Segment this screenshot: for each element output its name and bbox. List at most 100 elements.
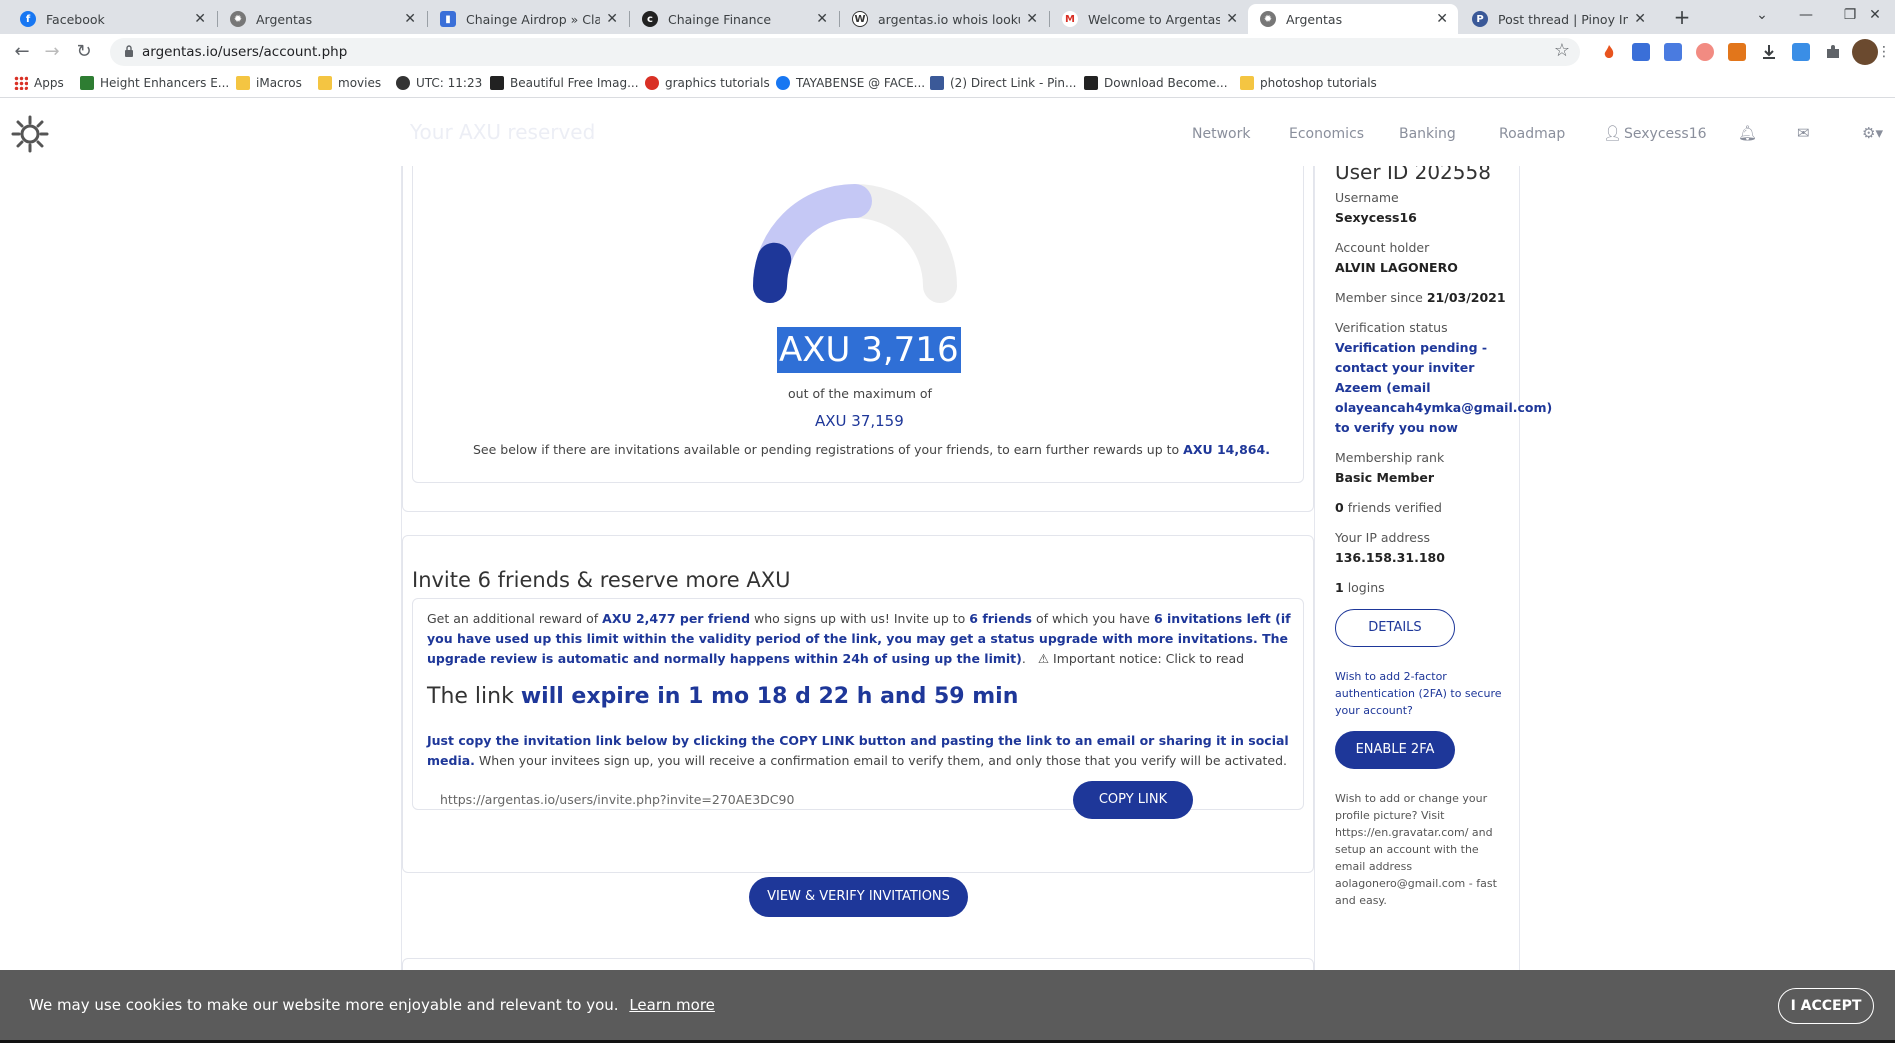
link-expiry: will expire in 1 mo 18 d 22 h and 59 min — [520, 684, 1019, 709]
translate-extension-icon[interactable] — [1664, 43, 1682, 61]
metamask-extension-icon[interactable] — [1728, 43, 1746, 61]
friends-verified: 0 friends verified — [1335, 500, 1442, 515]
bookmark-label: iMacros — [256, 76, 302, 90]
download-icon[interactable] — [1760, 43, 1778, 61]
close-icon[interactable]: ✕ — [1226, 11, 1238, 27]
member-since-label: Member since — [1335, 290, 1423, 305]
forward-arrow-icon[interactable]: → — [40, 40, 64, 64]
fire-extension-icon[interactable] — [1600, 43, 1618, 61]
copy-instructions-text: When your invitees sign up, you will rec… — [478, 753, 1287, 768]
close-icon[interactable]: ✕ — [1026, 11, 1038, 27]
close-icon[interactable]: ✕ — [404, 11, 416, 27]
address-bar[interactable]: argentas.io/users/account.php ☆ — [110, 38, 1580, 66]
member-since-value: 21/03/2021 — [1426, 290, 1506, 305]
profile-avatar[interactable] — [1852, 39, 1878, 65]
url-text: argentas.io/users/account.php — [142, 44, 348, 60]
tab-gmail[interactable]: M Welcome to Argentas - act ✕ — [1050, 4, 1248, 34]
puzzle-extensions-icon[interactable] — [1824, 43, 1842, 61]
tab-whois[interactable]: W argentas.io whois lookup - ✕ — [840, 4, 1048, 34]
verification-label: Verification status — [1335, 320, 1448, 335]
close-icon[interactable]: ✕ — [194, 11, 206, 27]
p-extension-icon[interactable] — [1792, 43, 1810, 61]
nav-user[interactable]: Sexycess16 — [1624, 126, 1707, 142]
link-prefix: The link — [427, 684, 514, 709]
apps-grid-icon — [14, 76, 28, 90]
new-tab-button[interactable]: + — [1670, 6, 1694, 30]
bookmark-graphics-tutorials[interactable]: graphics tutorials — [645, 76, 770, 90]
bookmark-apps[interactable]: Apps — [14, 76, 64, 90]
tab-pinoy[interactable]: P Post thread | Pinoy Interne ✕ — [1460, 4, 1656, 34]
mail-icon[interactable]: ✉ — [1797, 124, 1810, 142]
bookmark-beautiful-free-images[interactable]: Beautiful Free Imag... — [490, 76, 639, 90]
verification-status[interactable]: Verification pending - contact your invi… — [1335, 338, 1552, 438]
tab-search-icon[interactable]: ⌄ — [1740, 4, 1784, 26]
logins-label: logins — [1347, 580, 1385, 595]
tab-chainge-finance[interactable]: c Chainge Finance ✕ — [630, 4, 838, 34]
site-icon — [930, 76, 944, 90]
details-button[interactable]: DETAILS — [1335, 609, 1455, 647]
copy-link-button[interactable]: COPY LINK — [1073, 781, 1193, 819]
back-arrow-icon[interactable]: ← — [10, 40, 34, 64]
tab-argentas-active[interactable]: ✹ Argentas ✕ — [1248, 4, 1458, 34]
nav-roadmap[interactable]: Roadmap — [1499, 126, 1565, 142]
bookmark-label: Download Become... — [1104, 76, 1228, 90]
bookmark-label: TAYABENSE @ FACE... — [796, 76, 926, 90]
facebook-icon — [776, 76, 790, 90]
twofa-prompt[interactable]: Wish to add 2-factor authentication (2FA… — [1335, 668, 1505, 719]
tab-title: Chainge Airdrop » Claim 2( — [466, 11, 601, 27]
nav-banking[interactable]: Banking — [1399, 126, 1456, 142]
tab-title: Argentas — [1286, 11, 1343, 27]
invite-title: Invite 6 friends & reserve more AXU — [412, 568, 791, 592]
folder-icon — [236, 76, 250, 90]
bookmark-label: photoshop tutorials — [1260, 76, 1377, 90]
nav-network[interactable]: Network — [1192, 126, 1250, 142]
bookmark-photoshop-tutorials[interactable]: photoshop tutorials — [1240, 76, 1377, 90]
minimize-button[interactable]: — — [1784, 4, 1828, 26]
bell-icon[interactable]: 🔔︎ — [1738, 124, 1757, 142]
cookie-text: We may use cookies to make our website m… — [29, 996, 619, 1014]
argentas-gear-icon: ✹ — [230, 11, 246, 27]
bookmark-star-icon[interactable]: ☆ — [1554, 40, 1570, 61]
bookmark-download-become[interactable]: Download Become... — [1084, 76, 1228, 90]
bookmark-utc[interactable]: UTC: 11:23 — [396, 76, 482, 90]
close-icon[interactable]: ✕ — [1634, 11, 1646, 27]
bookmark-movies[interactable]: movies — [318, 76, 381, 90]
face-extension-icon[interactable] — [1696, 43, 1714, 61]
friends-label: friends verified — [1347, 500, 1442, 515]
tab-argentas-1[interactable]: ✹ Argentas ✕ — [218, 4, 426, 34]
reload-icon[interactable]: ↻ — [72, 40, 96, 64]
tab-title: argentas.io whois lookup - — [878, 11, 1020, 27]
gear-icon[interactable]: ⚙▾ — [1862, 124, 1883, 142]
tab-title: Facebook — [46, 11, 105, 27]
bookmark-direct-link[interactable]: (2) Direct Link - Pin... — [930, 76, 1076, 90]
bookmark-label: Beautiful Free Imag... — [510, 76, 639, 90]
bookmark-height-enhancers[interactable]: Height Enhancers E... — [80, 76, 229, 90]
argentas-logo[interactable] — [10, 114, 50, 154]
close-icon[interactable]: ✕ — [1436, 11, 1448, 27]
bookmark-label: movies — [338, 76, 382, 90]
invite-url[interactable]: https://argentas.io/users/invite.php?inv… — [440, 792, 794, 807]
whois-icon: W — [852, 11, 868, 27]
close-icon[interactable]: ✕ — [816, 11, 828, 27]
close-icon[interactable]: ✕ — [606, 11, 618, 27]
tab-title: Post thread | Pinoy Interne — [1498, 11, 1629, 27]
enable-2fa-button[interactable]: ENABLE 2FA — [1335, 731, 1455, 769]
window-close-button[interactable]: ✕ — [1856, 4, 1894, 26]
tab-facebook[interactable]: f Facebook ✕ — [8, 4, 216, 34]
chrome-menu-icon[interactable]: ⋮ — [1876, 40, 1892, 64]
view-verify-invitations-button[interactable]: VIEW & VERIFY INVITATIONS — [749, 877, 968, 917]
accept-cookies-button[interactable]: I ACCEPT — [1778, 988, 1874, 1024]
nav-economics[interactable]: Economics — [1289, 126, 1364, 142]
bookmark-imacros[interactable]: iMacros — [236, 76, 302, 90]
site-header: Your AXU reserved Network Economics Bank… — [0, 98, 1895, 166]
tab-title: Argentas — [256, 11, 313, 27]
bookmark-tayabense[interactable]: TAYABENSE @ FACE... — [776, 76, 925, 90]
bookmark-label: graphics tutorials — [665, 76, 770, 90]
tab-chainge-airdrop[interactable]: ▮ Chainge Airdrop » Claim 2( ✕ — [428, 4, 628, 34]
zip-extension-icon[interactable] — [1632, 43, 1650, 61]
learn-more-link[interactable]: Learn more — [629, 996, 715, 1014]
important-notice-link[interactable]: Important notice: Click to read — [1053, 651, 1244, 666]
rank-value: Basic Member — [1335, 470, 1434, 485]
bookmark-label: Height Enhancers E... — [100, 76, 230, 90]
invite-text: Get an additional reward of — [427, 611, 599, 626]
